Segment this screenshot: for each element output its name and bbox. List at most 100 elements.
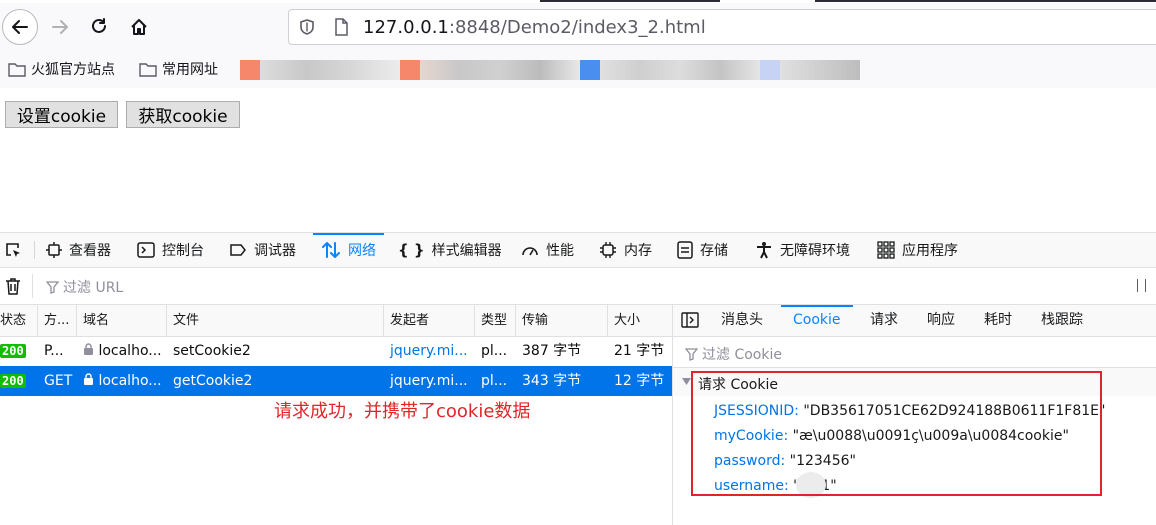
- tab-performance[interactable]: 性能: [521, 233, 574, 267]
- transfer-cell: 343 字节: [522, 373, 582, 389]
- tab-memory[interactable]: 内存: [599, 233, 652, 267]
- bookmark-label: 火狐官方站点: [31, 62, 115, 78]
- type-cell: pl...: [481, 373, 508, 389]
- column-header-file[interactable]: 文件: [166, 305, 383, 336]
- annotation-text: 请求成功，并携带了cookie数据: [274, 401, 531, 422]
- status-cell: 200: [0, 336, 37, 366]
- tab-inspector[interactable]: 查看器: [46, 233, 111, 267]
- url-text: 127.0.0.1:8848/Demo2/index3_2.html: [363, 17, 706, 38]
- blurred-block: [420, 60, 580, 80]
- url-bar[interactable]: 127.0.0.1:8848/Demo2/index3_2.html: [288, 9, 1156, 45]
- page-icon: [335, 18, 348, 36]
- forward-button[interactable]: [42, 9, 78, 45]
- status-badge: 200: [0, 344, 26, 358]
- tab-label: 控制台: [162, 243, 204, 259]
- arrow-right-icon: [52, 20, 68, 34]
- request-row[interactable]: 200 P... localho... setCookie2 jquery.mi…: [0, 336, 673, 366]
- tab-request[interactable]: 请求: [870, 305, 898, 336]
- folder-icon: [139, 63, 157, 77]
- home-button[interactable]: [121, 9, 157, 45]
- reload-button[interactable]: [81, 9, 117, 45]
- triangle-down-icon: [682, 378, 691, 385]
- bookmark-label: 常用网址: [162, 62, 218, 78]
- element-picker-button[interactable]: [4, 233, 22, 267]
- domain-text: localho...: [98, 373, 162, 389]
- back-button[interactable]: [2, 9, 38, 45]
- toolbar-separator: [32, 274, 33, 298]
- column-header-initiator[interactable]: 发起者: [383, 305, 474, 336]
- shield-icon[interactable]: [299, 19, 315, 35]
- application-icon: [877, 241, 895, 259]
- tab-stack-trace[interactable]: 栈跟踪: [1041, 305, 1083, 336]
- column-header-domain[interactable]: 域名: [76, 305, 166, 336]
- home-icon: [131, 19, 147, 35]
- tab-label: 性能: [546, 243, 574, 259]
- element-picker-icon: [6, 243, 20, 257]
- filter-icon: [46, 280, 59, 294]
- column-header-status[interactable]: 状态: [0, 305, 37, 336]
- lock-icon: [84, 373, 93, 385]
- debugger-icon: [230, 244, 246, 256]
- bookmark-folder[interactable]: 火狐官方站点: [8, 59, 115, 79]
- reload-icon: [92, 18, 106, 33]
- tab-application[interactable]: 应用程序: [877, 233, 958, 267]
- trash-icon[interactable]: [5, 277, 21, 295]
- tab-debugger[interactable]: 调试器: [229, 233, 296, 267]
- blurred-block: [260, 60, 400, 80]
- tab-indicator: [815, 0, 1156, 2]
- style-editor-icon: { }: [398, 241, 425, 259]
- file-cell: getCookie2: [173, 373, 253, 389]
- devtools-toolbar: 查看器 控制台 调试器 网络 { } 样式编辑器 性能 内存 存储 无障碍环境 …: [0, 233, 1156, 268]
- filter-placeholder: 过滤 URL: [63, 280, 124, 296]
- pane-toggle-icon[interactable]: [1137, 279, 1138, 292]
- url-path: :8848/Demo2/index3_2.html: [448, 17, 706, 38]
- tab-cookies[interactable]: Cookie: [781, 305, 852, 336]
- tab-style-editor[interactable]: { } 样式编辑器: [398, 233, 502, 267]
- column-header-method[interactable]: 方...: [37, 305, 76, 336]
- tab-timings[interactable]: 耗时: [984, 305, 1012, 336]
- storage-icon: [677, 241, 693, 259]
- column-header-size[interactable]: 大小: [607, 305, 673, 336]
- tab-headers[interactable]: 消息头: [721, 305, 763, 336]
- set-cookie-button[interactable]: 设置cookie: [5, 101, 118, 128]
- domain-cell: localho...: [77, 336, 166, 366]
- initiator-link[interactable]: jquery.mi...: [384, 336, 474, 366]
- tab-network[interactable]: 网络: [313, 233, 384, 267]
- transfer-cell: 387 字节: [522, 343, 582, 359]
- tab-label: 无障碍环境: [780, 243, 850, 259]
- tab-label: 样式编辑器: [431, 243, 502, 259]
- performance-icon: [522, 247, 538, 256]
- console-icon: [137, 242, 155, 258]
- status-cell: 200: [0, 366, 37, 396]
- filter-cookie-input[interactable]: 过滤 Cookie: [685, 344, 782, 364]
- tab-label: 存储: [700, 243, 728, 259]
- initiator-link[interactable]: jquery.mi...: [384, 366, 474, 396]
- tab-indicator: [540, 0, 720, 2]
- navigation-toolbar: 127.0.0.1:8848/Demo2/index3_2.html: [0, 3, 1156, 50]
- toggle-sidebar-icon[interactable]: [681, 312, 699, 328]
- blurred-block: [580, 60, 600, 80]
- column-header-type[interactable]: 类型: [474, 305, 515, 336]
- domain-text: localho...: [98, 343, 162, 359]
- filter-placeholder: 过滤 Cookie: [702, 347, 782, 363]
- bookmark-folder[interactable]: 常用网址: [139, 59, 218, 79]
- column-header-transferred[interactable]: 传输: [515, 305, 607, 336]
- file-cell: setCookie2: [173, 343, 251, 359]
- tab-storage[interactable]: 存储: [677, 233, 728, 267]
- method-cell: P...: [44, 343, 64, 359]
- lock-icon: [84, 343, 93, 355]
- filter-url-input[interactable]: 过滤 URL: [46, 277, 123, 297]
- tab-accessibility[interactable]: 无障碍环境: [755, 233, 850, 267]
- tab-label: 调试器: [254, 243, 296, 259]
- method-cell: GET: [44, 373, 73, 389]
- pane-toggle-icon[interactable]: [1145, 279, 1146, 292]
- type-cell: pl...: [481, 343, 508, 359]
- get-cookie-button[interactable]: 获取cookie: [126, 101, 240, 128]
- request-row-selected[interactable]: 200 GET localho... getCookie2 jquery.mi.…: [0, 366, 673, 396]
- tab-label: 网络: [348, 243, 376, 259]
- tab-label: 内存: [624, 243, 652, 259]
- accessibility-icon: [757, 242, 771, 259]
- tab-console[interactable]: 控制台: [137, 233, 204, 267]
- tab-response[interactable]: 响应: [927, 305, 955, 336]
- network-filter-bar: 过滤 URL: [0, 268, 1156, 305]
